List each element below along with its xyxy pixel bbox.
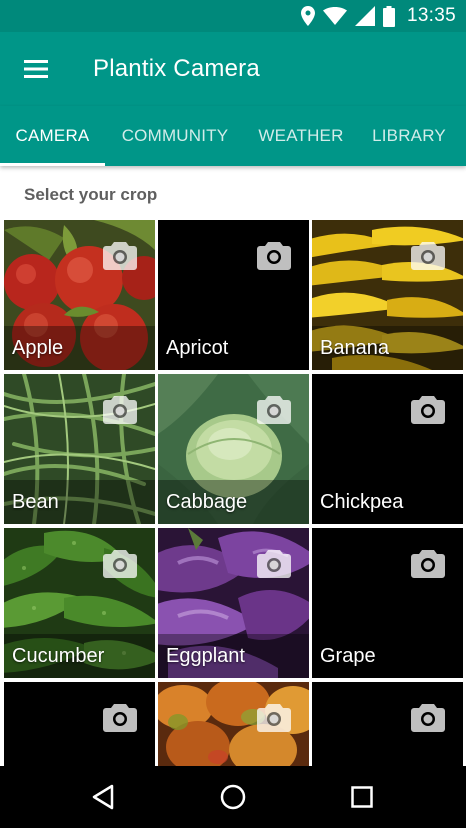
crop-tile-grape[interactable]: Grape (312, 528, 463, 678)
signal-icon (354, 6, 375, 26)
crop-tile[interactable] (312, 682, 463, 766)
crop-tile-apple[interactable]: Apple (4, 220, 155, 370)
system-nav-bar (0, 766, 466, 828)
crop-tile-chickpea[interactable]: Chickpea (312, 374, 463, 524)
tab-community[interactable]: COMMUNITY (105, 106, 245, 166)
location-icon (300, 6, 315, 26)
back-button[interactable] (63, 766, 143, 828)
crop-label: Banana (320, 337, 389, 359)
camera-icon (103, 704, 137, 732)
tab-weather[interactable]: WEATHER (245, 106, 357, 166)
app-bar: Plantix Camera (0, 32, 466, 106)
crop-label: Chickpea (320, 491, 404, 513)
hamburger-menu-icon (24, 60, 48, 78)
tab-bar: CAMERA COMMUNITY WEATHER LIBRARY (0, 106, 466, 166)
battery-icon (382, 5, 395, 27)
crop-label: Apple (12, 337, 64, 359)
status-time: 13:35 (406, 5, 456, 26)
crop-label: Apricot (166, 337, 229, 359)
back-icon (92, 784, 114, 810)
camera-icon (103, 550, 137, 578)
crop-selection-panel: Select your crop Apple Apricot Banana Be… (0, 166, 466, 766)
crop-label: Eggplant (166, 645, 245, 667)
app-title: Plantix Camera (93, 55, 260, 82)
status-bar: 13:35 (0, 0, 466, 32)
crop-tile-cucumber[interactable]: Cucumber (4, 528, 155, 678)
crop-label: Bean (12, 491, 59, 513)
camera-icon (411, 242, 445, 270)
crop-label: Grape (320, 645, 376, 667)
section-title: Select your crop (24, 185, 158, 204)
crop-tile-banana[interactable]: Banana (312, 220, 463, 370)
camera-icon (257, 550, 291, 578)
camera-icon (103, 396, 137, 424)
crop-tile-cabbage[interactable]: Cabbage (158, 374, 309, 524)
active-tab-indicator (0, 163, 105, 166)
wifi-icon (322, 7, 347, 25)
camera-icon (411, 550, 445, 578)
crop-tile-eggplant[interactable]: Eggplant (158, 528, 309, 678)
crop-label: Cabbage (166, 491, 248, 513)
recents-button[interactable] (322, 766, 402, 828)
crop-tile-mango[interactable] (158, 682, 309, 766)
home-button[interactable] (193, 766, 273, 828)
camera-icon (257, 242, 291, 270)
crop-tile-bean[interactable]: Bean (4, 374, 155, 524)
recents-icon (351, 786, 373, 808)
camera-icon (411, 704, 445, 732)
tab-library[interactable]: LIBRARY (357, 106, 461, 166)
home-icon (220, 784, 246, 810)
camera-icon (257, 704, 291, 732)
app-screen: 13:35 Plantix Camera CAMERA COMMUNITY WE… (0, 0, 466, 828)
crop-label: Cucumber (12, 645, 105, 667)
menu-button[interactable] (0, 32, 72, 106)
camera-icon (411, 396, 445, 424)
tab-camera[interactable]: CAMERA (0, 106, 105, 166)
camera-icon (103, 242, 137, 270)
crop-tile[interactable] (4, 682, 155, 766)
camera-icon (257, 396, 291, 424)
crop-tile-apricot[interactable]: Apricot (158, 220, 309, 370)
